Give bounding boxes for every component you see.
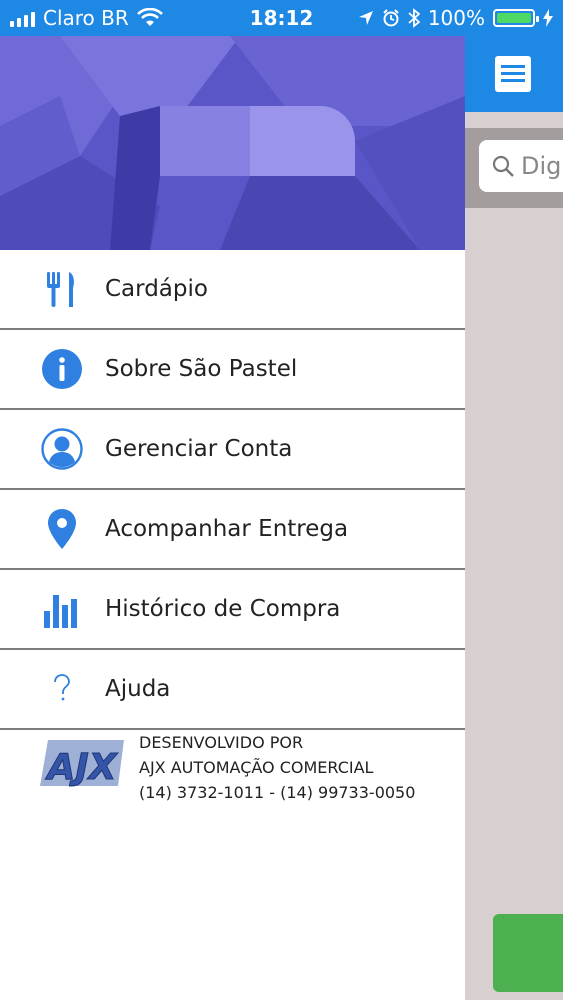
developer-info: DESENVOLVIDO POR AJX AUTOMAÇÃO COMERCIAL… (139, 730, 415, 805)
menu-item-label: Cardápio (105, 276, 208, 302)
search-input[interactable]: Dig (479, 140, 563, 192)
menu-item-sobre[interactable]: Sobre São Pastel (0, 330, 465, 410)
info-icon (40, 347, 84, 391)
menu-item-cardapio[interactable]: Cardápio (0, 250, 465, 330)
menu-item-ajuda[interactable]: Ajuda (0, 650, 465, 730)
status-bar: Claro BR 18:12 100% (0, 0, 563, 36)
search-placeholder: Dig (521, 152, 562, 180)
developer-phones: (14) 3732-1011 - (14) 99733-0050 (139, 783, 416, 802)
search-icon (492, 155, 514, 177)
logo-text: AJX (44, 747, 118, 788)
app-header (465, 36, 563, 112)
charging-bolt-icon (543, 9, 553, 27)
drawer-menu: Cardápio Sobre São Pastel Gerenciar Cont… (0, 250, 465, 730)
ajx-logo: AJX (38, 736, 124, 789)
location-arrow-icon (358, 11, 373, 25)
menu-item-label: Ajuda (105, 676, 171, 702)
battery-icon (493, 9, 539, 27)
bluetooth-icon (408, 8, 420, 28)
green-action-button[interactable] (493, 914, 563, 992)
background-app: Dig (465, 36, 563, 1000)
menu-item-entrega[interactable]: Acompanhar Entrega (0, 490, 465, 570)
developer-line-1: DESENVOLVIDO POR (139, 733, 304, 752)
menu-item-label: Histórico de Compra (105, 596, 341, 622)
alarm-icon (383, 9, 399, 27)
menu-item-label: Sobre São Pastel (105, 356, 298, 382)
location-pin-icon (40, 507, 84, 551)
search-bar-container: Dig (465, 128, 563, 208)
developer-line-2: AJX AUTOMAÇÃO COMERCIAL (139, 758, 374, 777)
navigation-drawer: Cardápio Sobre São Pastel Gerenciar Cont… (0, 36, 465, 1000)
menu-item-historico[interactable]: Histórico de Compra (0, 570, 465, 650)
menu-list-icon[interactable] (495, 56, 531, 92)
user-icon (40, 427, 84, 471)
question-icon (40, 667, 84, 711)
drawer-footer: AJX DESENVOLVIDO POR AJX AUTOMAÇÃO COMER… (0, 726, 465, 816)
bar-chart-icon (40, 587, 84, 631)
drawer-banner-image (0, 36, 465, 250)
menu-item-conta[interactable]: Gerenciar Conta (0, 410, 465, 490)
battery-percent: 100% (427, 6, 485, 30)
cutlery-icon (40, 267, 84, 311)
menu-item-label: Acompanhar Entrega (105, 516, 349, 542)
menu-item-label: Gerenciar Conta (105, 436, 293, 462)
